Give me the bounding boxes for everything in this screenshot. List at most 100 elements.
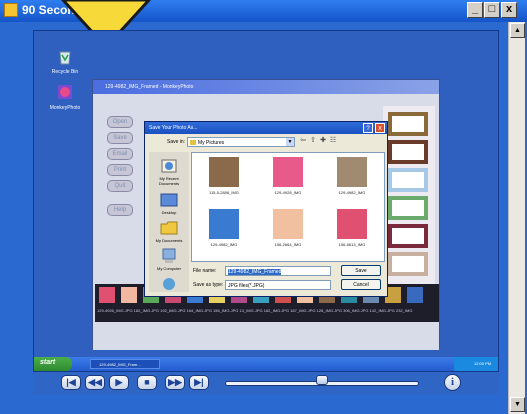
- dialog-close-button[interactable]: x: [375, 123, 385, 133]
- maximize-button[interactable]: □: [484, 2, 500, 18]
- save-in-dropdown[interactable]: My Pictures ▼: [187, 137, 295, 147]
- file-type-label: Save as type:: [193, 282, 224, 288]
- place-my-computer[interactable]: My Computer: [149, 248, 189, 271]
- open-button[interactable]: Open: [107, 116, 133, 128]
- stop-button[interactable]: ■: [137, 375, 157, 390]
- help-button[interactable]: Help: [107, 204, 133, 216]
- file-item[interactable]: 129-4982_IMG: [198, 209, 250, 247]
- forward-button[interactable]: ▶▶: [165, 375, 185, 390]
- last-button[interactable]: ▶|: [189, 375, 209, 390]
- place-label: My Computer: [156, 266, 181, 271]
- place-label: Desktop: [161, 210, 177, 215]
- frame-thumbnail[interactable]: [388, 112, 428, 136]
- email-button[interactable]: Email: [107, 148, 133, 160]
- play-button[interactable]: ▶: [109, 375, 129, 390]
- app-title: 129-4982_IMG_Framed - MonkeyPhoto: [93, 80, 439, 94]
- place-desktop[interactable]: Desktop: [149, 192, 189, 215]
- desktop-icon-recycle-bin[interactable]: Recycle Bin: [48, 47, 82, 75]
- info-button[interactable]: i: [444, 374, 461, 391]
- scroll-down-arrow[interactable]: ▼: [510, 397, 525, 412]
- dialog-save-button[interactable]: Save: [341, 265, 381, 276]
- scroll-up-arrow[interactable]: ▲: [510, 23, 525, 38]
- frame-thumbnail[interactable]: [388, 196, 428, 220]
- place-my-network[interactable]: [149, 276, 189, 294]
- place-label: My Recent Documents: [158, 176, 180, 186]
- photo-thumbnail: [273, 209, 303, 239]
- save-in-label: Save in:: [167, 139, 186, 145]
- place-my-documents[interactable]: My Documents: [149, 220, 189, 243]
- save-in-value: My Pictures: [198, 140, 225, 146]
- folder-icon: [190, 140, 196, 145]
- file-name: 156-5613_IMG: [338, 242, 366, 247]
- file-name: 129-4928_IMG: [274, 190, 302, 195]
- desktop-icon: [160, 193, 178, 207]
- photo-thumbnail: [209, 157, 239, 187]
- place-label: My Documents: [155, 238, 183, 243]
- photo-thumbnail: [337, 209, 367, 239]
- desktop-icon-label: MonkeyPhoto: [49, 105, 81, 111]
- tutorial-window: 90 Second Tutorial _ □ x Recycle Bin Mon…: [0, 0, 527, 414]
- desktop-icon-label: Recycle Bin: [51, 69, 79, 75]
- place-recent-documents[interactable]: My Recent Documents: [149, 158, 189, 186]
- file-name-value: 129-4982_IMG_Framed: [228, 269, 282, 275]
- minimize-button[interactable]: _: [467, 2, 483, 18]
- monkeyphoto-icon: [58, 85, 72, 99]
- player-controls: |◀ ◀◀ ▶ ■ ▶▶ ▶| i: [33, 372, 499, 394]
- film-thumbnail[interactable]: [121, 287, 137, 303]
- desktop-icon-monkeyphoto[interactable]: MonkeyPhoto: [48, 83, 82, 111]
- frame-thumbnail[interactable]: [388, 252, 428, 276]
- rewind-button[interactable]: ◀◀: [85, 375, 105, 390]
- photo-thumbnail: [273, 157, 303, 187]
- progress-slider-handle[interactable]: [316, 375, 328, 385]
- recycle-bin-icon: [59, 51, 71, 65]
- file-list: 115-5-2806_IMG 129-4928_IMG 129-4982_IMG…: [191, 152, 385, 262]
- save-dialog: Save Your Photo As... ? x Save in: My Pi…: [144, 121, 388, 297]
- film-thumbnail[interactable]: [99, 287, 115, 303]
- file-name: 129-4982_IMG: [338, 190, 366, 195]
- photo-thumbnail: [209, 209, 239, 239]
- system-tray-clock: 12:00 PM: [454, 357, 498, 371]
- back-icon[interactable]: ⇦: [299, 137, 307, 145]
- chevron-down-icon[interactable]: ▼: [286, 138, 294, 146]
- up-folder-icon[interactable]: ⇧: [309, 137, 317, 145]
- save-button[interactable]: Save: [107, 132, 133, 144]
- file-item[interactable]: 129-4928_IMG: [262, 157, 314, 195]
- dialog-help-button[interactable]: ?: [363, 123, 373, 133]
- file-name: 156-2664_IMG: [274, 242, 302, 247]
- file-type-select[interactable]: JPG files(*.JPG): [225, 280, 331, 290]
- xp-taskbar: start 129-4982_IMG_Fram... 12:00 PM: [34, 357, 498, 371]
- tutorial-viewport: Recycle Bin MonkeyPhoto 129-4982_IMG_Fra…: [33, 30, 499, 372]
- file-item[interactable]: 156-5613_IMG: [326, 209, 378, 247]
- file-item[interactable]: 129-4982_IMG: [326, 157, 378, 195]
- network-icon: [163, 278, 175, 290]
- taskbar-item[interactable]: 129-4982_IMG_Fram...: [90, 359, 160, 369]
- file-item[interactable]: 156-2664_IMG: [262, 209, 314, 247]
- places-bar: My Recent Documents Desktop My Documents…: [149, 152, 189, 292]
- file-item[interactable]: 115-5-2806_IMG: [198, 157, 250, 195]
- frame-thumbnail[interactable]: [388, 224, 428, 248]
- frame-gallery: [383, 106, 435, 284]
- file-name-input[interactable]: 129-4982_IMG_Framed: [225, 266, 331, 276]
- app-icon: [4, 3, 18, 17]
- film-thumbnail[interactable]: [407, 287, 423, 303]
- file-name: 115-5-2806_IMG: [209, 190, 239, 195]
- filmstrip-labels: 129-4926_IMG.JPG 182_IMG.JPG 192_IMG.JPG…: [97, 308, 413, 313]
- view-menu-icon[interactable]: ☷: [329, 137, 337, 145]
- file-name-label: File name:: [193, 268, 217, 274]
- computer-icon: [162, 248, 176, 263]
- photo-thumbnail: [337, 157, 367, 187]
- new-folder-icon[interactable]: ✚: [319, 137, 327, 145]
- dialog-title: Save Your Photo As...: [145, 122, 387, 134]
- clock-icon: [161, 159, 177, 173]
- frame-thumbnail[interactable]: [388, 140, 428, 164]
- start-button[interactable]: start: [34, 357, 72, 371]
- quit-button[interactable]: Quit: [107, 180, 133, 192]
- scrollbar[interactable]: ▲ ▼: [508, 22, 525, 414]
- print-button[interactable]: Print: [107, 164, 133, 176]
- close-button[interactable]: x: [501, 2, 517, 18]
- file-name: 129-4982_IMG: [210, 242, 238, 247]
- first-button[interactable]: |◀: [61, 375, 81, 390]
- dialog-cancel-button[interactable]: Cancel: [341, 279, 381, 290]
- documents-folder-icon: [160, 221, 178, 235]
- frame-thumbnail[interactable]: [388, 168, 428, 192]
